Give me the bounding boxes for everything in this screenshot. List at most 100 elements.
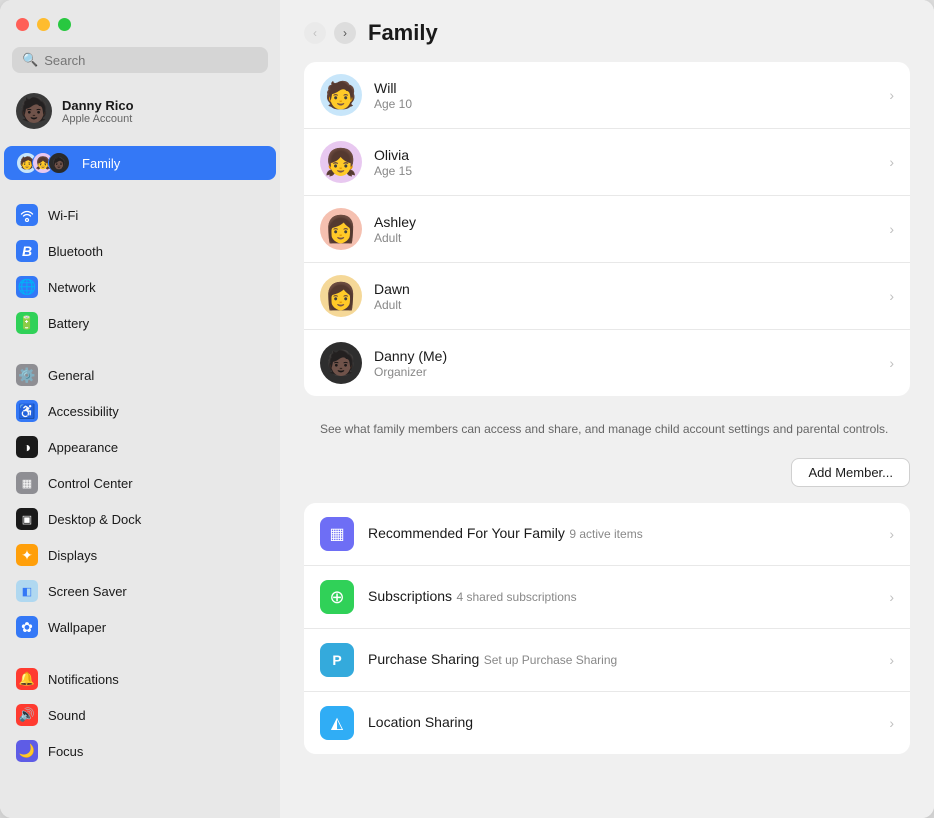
add-member-row: Add Member... — [304, 450, 910, 503]
search-bar[interactable]: 🔍 — [12, 47, 268, 73]
wallpaper-icon: ✿ — [16, 616, 38, 638]
search-icon: 🔍 — [22, 52, 38, 68]
account-name: Danny Rico — [62, 98, 134, 113]
family-description: See what family members can access and s… — [304, 408, 910, 450]
member-avatar-will: 🧑 — [320, 74, 362, 116]
forward-button[interactable]: › — [334, 22, 356, 44]
service-purchase[interactable]: P Purchase Sharing Set up Purchase Shari… — [304, 629, 910, 692]
search-input[interactable] — [44, 53, 258, 68]
family-avatars-icon: 🧑 👧 🧑🏿 — [16, 152, 70, 174]
member-name-ashley: Ashley — [374, 214, 877, 230]
chevron-right-location: › — [889, 715, 894, 731]
traffic-lights — [0, 0, 280, 43]
sidebar-item-accessibility-label: Accessibility — [48, 404, 119, 419]
sidebar-item-accessibility[interactable]: ♿ Accessibility — [4, 394, 276, 428]
service-info-recommended: Recommended For Your Family 9 active ite… — [368, 525, 875, 543]
sidebar-item-battery[interactable]: 🔋 Battery — [4, 306, 276, 340]
account-subtitle: Apple Account — [62, 113, 134, 125]
sidebar-item-bluetooth[interactable]: B Bluetooth — [4, 234, 276, 268]
add-member-button[interactable]: Add Member... — [791, 458, 910, 487]
member-info-will: Will Age 10 — [374, 80, 877, 111]
member-name-dawn: Dawn — [374, 281, 877, 297]
sidebar-item-general-label: General — [48, 368, 94, 383]
battery-icon: 🔋 — [16, 312, 38, 334]
service-info-purchase: Purchase Sharing Set up Purchase Sharing — [368, 651, 875, 669]
appearance-icon: ◑ — [16, 436, 38, 458]
member-subtitle-dawn: Adult — [374, 298, 877, 312]
sidebar-item-wallpaper-label: Wallpaper — [48, 620, 106, 635]
member-info-olivia: Olivia Age 15 — [374, 147, 877, 178]
family-member-ashley[interactable]: 👩 Ashley Adult › — [304, 196, 910, 263]
member-info-ashley: Ashley Adult — [374, 214, 877, 245]
family-member-dawn[interactable]: 👩 Dawn Adult › — [304, 263, 910, 330]
chevron-right-danny: › — [889, 355, 894, 371]
purchase-icon: P — [320, 643, 354, 677]
screensaver-icon: ◧ — [16, 580, 38, 602]
sidebar-item-network-label: Network — [48, 280, 96, 295]
sidebar-item-desktop[interactable]: ▣ Desktop & Dock — [4, 502, 276, 536]
family-member-will[interactable]: 🧑 Will Age 10 › — [304, 62, 910, 129]
sidebar-item-appearance[interactable]: ◑ Appearance — [4, 430, 276, 464]
back-button[interactable]: ‹ — [304, 22, 326, 44]
service-subtitle-recommended: 9 active items — [569, 527, 642, 541]
main-window: 🔍 🧑🏿 Danny Rico Apple Account 🧑 👧 🧑🏿 Fam… — [0, 0, 934, 818]
member-subtitle-ashley: Adult — [374, 231, 877, 245]
sidebar-item-sound-label: Sound — [48, 708, 86, 723]
member-info-danny: Danny (Me) Organizer — [374, 348, 877, 379]
controlcenter-icon: ▦ — [16, 472, 38, 494]
service-name-subscriptions: Subscriptions — [368, 588, 452, 604]
service-subscriptions[interactable]: ⊕ Subscriptions 4 shared subscriptions › — [304, 566, 910, 629]
chevron-right-ashley: › — [889, 221, 894, 237]
sidebar: 🔍 🧑🏿 Danny Rico Apple Account 🧑 👧 🧑🏿 Fam… — [0, 0, 280, 818]
member-name-olivia: Olivia — [374, 147, 877, 163]
chevron-right-recommended: › — [889, 526, 894, 542]
minimize-button[interactable] — [37, 18, 50, 31]
service-info-subscriptions: Subscriptions 4 shared subscriptions — [368, 588, 875, 606]
sidebar-item-wifi[interactable]: Wi-Fi — [4, 198, 276, 232]
sidebar-item-focus-label: Focus — [48, 744, 83, 759]
maximize-button[interactable] — [58, 18, 71, 31]
family-members-card: 🧑 Will Age 10 › 👧 Olivia Age 15 › — [304, 62, 910, 396]
service-recommended[interactable]: ▦ Recommended For Your Family 9 active i… — [304, 503, 910, 566]
sidebar-item-controlcenter[interactable]: ▦ Control Center — [4, 466, 276, 500]
accessibility-icon: ♿ — [16, 400, 38, 422]
sidebar-item-general[interactable]: ⚙️ General — [4, 358, 276, 392]
notifications-icon: 🔔 — [16, 668, 38, 690]
sidebar-item-screensaver[interactable]: ◧ Screen Saver — [4, 574, 276, 608]
member-info-dawn: Dawn Adult — [374, 281, 877, 312]
member-subtitle-danny: Organizer — [374, 365, 877, 379]
page-title: Family — [368, 20, 438, 46]
sidebar-item-bluetooth-label: Bluetooth — [48, 244, 103, 259]
sidebar-item-controlcenter-label: Control Center — [48, 476, 133, 491]
member-avatar-dawn: 👩 — [320, 275, 362, 317]
sidebar-item-network[interactable]: 🌐 Network — [4, 270, 276, 304]
apple-account-item[interactable]: 🧑🏿 Danny Rico Apple Account — [4, 85, 276, 137]
sidebar-item-notifications[interactable]: 🔔 Notifications — [4, 662, 276, 696]
sidebar-separator-2 — [0, 341, 280, 357]
service-name-location: Location Sharing — [368, 714, 473, 730]
family-member-danny[interactable]: 🧑🏿 Danny (Me) Organizer › — [304, 330, 910, 396]
sidebar-item-family[interactable]: 🧑 👧 🧑🏿 Family — [4, 146, 276, 180]
focus-icon: 🌙 — [16, 740, 38, 762]
member-subtitle-will: Age 10 — [374, 97, 877, 111]
service-subtitle-subscriptions: 4 shared subscriptions — [457, 590, 577, 604]
family-avatar-danny: 🧑🏿 — [48, 152, 70, 174]
sidebar-item-displays-label: Displays — [48, 548, 97, 563]
service-name-purchase: Purchase Sharing — [368, 651, 479, 667]
sidebar-item-displays[interactable]: ✦ Displays — [4, 538, 276, 572]
family-member-olivia[interactable]: 👧 Olivia Age 15 › — [304, 129, 910, 196]
sidebar-item-focus[interactable]: 🌙 Focus — [4, 734, 276, 768]
sidebar-item-notifications-label: Notifications — [48, 672, 119, 687]
service-location[interactable]: ◭ Location Sharing › — [304, 692, 910, 754]
sidebar-item-sound[interactable]: 🔊 Sound — [4, 698, 276, 732]
main-header: ‹ › Family — [280, 0, 934, 62]
sidebar-item-wallpaper[interactable]: ✿ Wallpaper — [4, 610, 276, 644]
member-subtitle-olivia: Age 15 — [374, 164, 877, 178]
member-avatar-olivia: 👧 — [320, 141, 362, 183]
subscriptions-icon: ⊕ — [320, 580, 354, 614]
member-avatar-danny: 🧑🏿 — [320, 342, 362, 384]
sidebar-item-desktop-label: Desktop & Dock — [48, 512, 141, 527]
close-button[interactable] — [16, 18, 29, 31]
member-name-will: Will — [374, 80, 877, 96]
sidebar-item-screensaver-label: Screen Saver — [48, 584, 127, 599]
